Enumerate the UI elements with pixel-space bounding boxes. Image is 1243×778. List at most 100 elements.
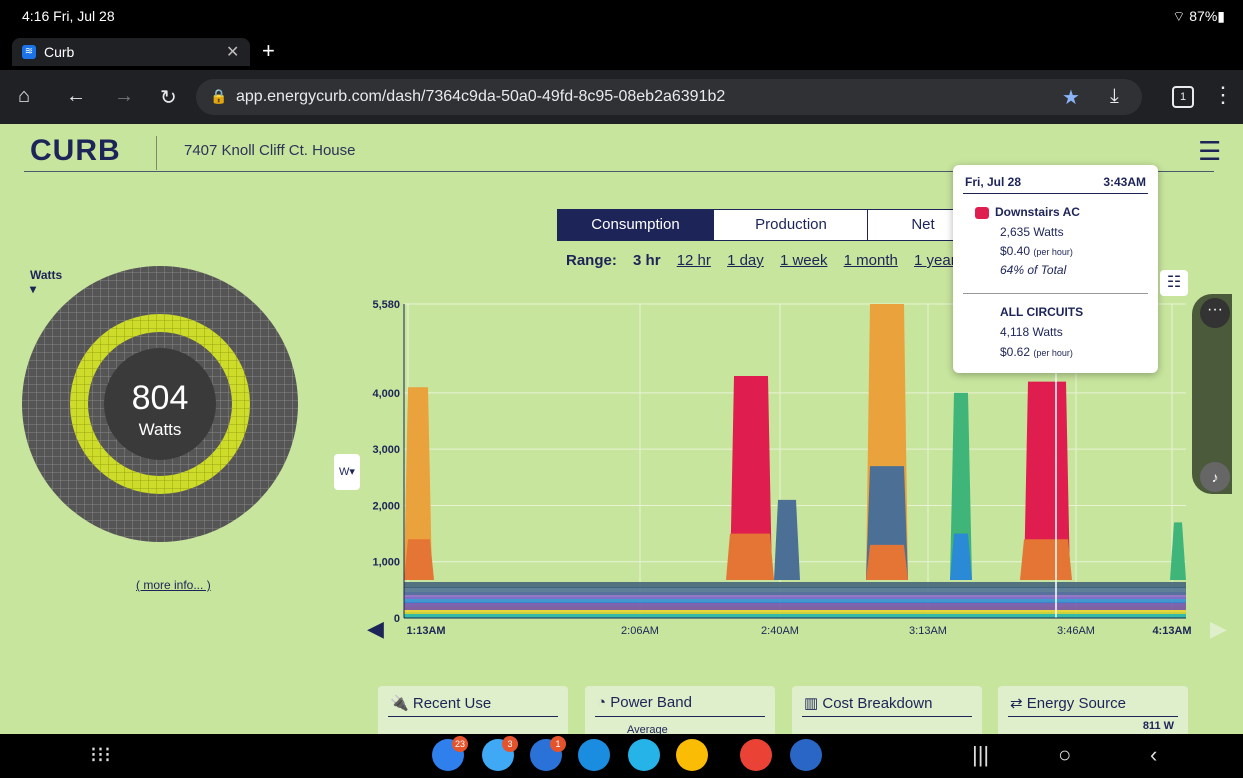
arrows-icon: ⇄ bbox=[1010, 695, 1023, 712]
home-button-icon[interactable]: ○ bbox=[1058, 742, 1071, 768]
gauge-icon: ◔ bbox=[597, 694, 607, 711]
card-power-band[interactable]: ◔ Power Band Average bbox=[585, 686, 775, 734]
back-icon[interactable]: ← bbox=[66, 85, 86, 108]
url-text[interactable]: app.energycurb.com/dash/7364c9da-50a0-49… bbox=[236, 88, 725, 106]
bar-chart-icon: ▥ bbox=[804, 695, 819, 712]
range-selector: Range: 3 hr 12 hr 1 day 1 week 1 month 1… bbox=[566, 252, 968, 269]
plug-icon: 🔌 bbox=[390, 695, 409, 712]
curb-dashboard: CURB 7407 Knoll Cliff Ct. House ☰ Consum… bbox=[0, 124, 1243, 734]
tooltip-circuit-cost: $0.40 (per hour) bbox=[1000, 244, 1073, 258]
app-icon-4[interactable] bbox=[578, 739, 610, 771]
tab-production[interactable]: Production bbox=[713, 210, 868, 240]
y-tick-label: 0 bbox=[394, 613, 400, 625]
photos-icon[interactable] bbox=[740, 739, 772, 771]
myq-app-icon[interactable] bbox=[628, 739, 660, 771]
range-1month[interactable]: 1 month bbox=[844, 252, 898, 269]
hamburger-menu-icon[interactable]: ☰ bbox=[1198, 136, 1221, 167]
donut-unit-selector[interactable]: Watts ▾ bbox=[30, 268, 62, 296]
power-donut[interactable]: 804 Watts bbox=[20, 264, 310, 554]
browser-tab[interactable]: ≋ Curb ✕ bbox=[12, 38, 250, 66]
card-recent-use-title: 🔌 Recent Use bbox=[390, 695, 492, 712]
tooltip-date: Fri, Jul 28 bbox=[965, 175, 1022, 189]
y-tick-label: 4,000 bbox=[372, 388, 400, 400]
tooltip-circuit-name: Downstairs AC bbox=[995, 205, 1080, 219]
y-tick-label: 2,000 bbox=[372, 500, 400, 512]
forward-icon[interactable]: → bbox=[114, 85, 134, 108]
y-tick-label: 3,000 bbox=[372, 444, 400, 456]
curb-favicon-icon: ≋ bbox=[22, 45, 36, 59]
range-1day[interactable]: 1 day bbox=[727, 252, 764, 269]
range-1year[interactable]: 1 year bbox=[914, 252, 956, 269]
card-energy-source-value: 811 W bbox=[1142, 720, 1174, 732]
house-name: 7407 Knoll Cliff Ct. House bbox=[184, 142, 356, 159]
tooltip-all-label: ALL CIRCUITS bbox=[1000, 305, 1084, 319]
card-divider bbox=[1008, 716, 1178, 717]
donut-value: 804 bbox=[132, 379, 189, 417]
chart-prev-arrow[interactable]: ◀ bbox=[367, 616, 384, 642]
edge-panel[interactable]: ··· ♪ bbox=[1192, 294, 1232, 494]
circuit-swatch bbox=[975, 207, 989, 219]
tab-title: Curb bbox=[44, 44, 75, 60]
back-nav-icon[interactable]: ‹ bbox=[1150, 742, 1157, 768]
baseline-band bbox=[404, 602, 1186, 610]
range-3hr[interactable]: 3 hr bbox=[633, 252, 661, 269]
y-tick-label: 5,580 bbox=[372, 299, 400, 311]
tooltip-divider-2 bbox=[963, 293, 1148, 294]
app-badge-2: 3 bbox=[502, 736, 518, 752]
chart-tooltip: Fri, Jul 28 3:43AM Downstairs AC 2,635 W… bbox=[953, 165, 1158, 373]
lock-icon: 🔒 bbox=[210, 88, 228, 104]
chart-next-arrow[interactable]: ▶ bbox=[1210, 616, 1227, 642]
range-label: Range: bbox=[566, 252, 617, 269]
edge-panel-settings-icon[interactable]: ♪ bbox=[1200, 462, 1230, 492]
reload-icon[interactable]: ↻ bbox=[160, 85, 177, 110]
browser-toolbar: ⌂ ← → ↻ 🔒 app.energycurb.com/dash/7364c9… bbox=[0, 70, 1243, 124]
tooltip-all-watts: 4,118 Watts bbox=[1000, 325, 1063, 339]
tooltip-divider bbox=[963, 193, 1148, 194]
orange-base bbox=[866, 544, 908, 580]
card-energy-source-title: ⇄ Energy Source bbox=[1010, 695, 1126, 712]
curb-app-icon[interactable] bbox=[790, 739, 822, 771]
view-tabs: Consumption Production Net bbox=[557, 209, 979, 241]
home-icon[interactable]: ⌂ bbox=[18, 85, 30, 108]
tab-consumption[interactable]: Consumption bbox=[558, 210, 713, 240]
orange-base bbox=[1020, 539, 1072, 580]
x-tick-label: 2:06AM bbox=[621, 625, 659, 637]
orange-base bbox=[726, 533, 774, 580]
donut-unit: Watts bbox=[139, 420, 182, 439]
more-info-link[interactable]: ( more info... ) bbox=[136, 578, 211, 592]
tooltip-time: 3:43AM bbox=[1103, 175, 1146, 189]
close-tab-icon[interactable]: ✕ bbox=[226, 42, 239, 62]
app-badge-1: 23 bbox=[452, 736, 468, 752]
new-tab-icon[interactable]: + bbox=[262, 38, 275, 64]
range-1week[interactable]: 1 week bbox=[780, 252, 828, 269]
tab-count-button[interactable]: 1 bbox=[1172, 86, 1194, 108]
x-tick-label: 2:40AM bbox=[761, 625, 799, 637]
range-12hr[interactable]: 12 hr bbox=[677, 252, 711, 269]
card-power-band-title: ◔ Power Band bbox=[597, 694, 692, 711]
card-divider bbox=[388, 716, 558, 717]
blue-spike bbox=[774, 499, 800, 580]
curb-logo[interactable]: CURB bbox=[30, 134, 121, 168]
card-divider bbox=[802, 716, 972, 717]
bookmark-star-icon[interactable]: ★ bbox=[1062, 85, 1080, 110]
card-cost-breakdown[interactable]: ▥ Cost Breakdown bbox=[792, 686, 982, 734]
legend-list-icon[interactable]: ☷ bbox=[1160, 270, 1188, 296]
unit-dropdown[interactable]: W▾ bbox=[334, 454, 360, 490]
app-drawer-icon[interactable]: ⁝⁝⁝ bbox=[90, 742, 111, 768]
url-bar[interactable]: 🔒 app.energycurb.com/dash/7364c9da-50a0-… bbox=[196, 79, 1142, 115]
recents-icon[interactable]: ||| bbox=[972, 742, 989, 768]
x-tick-label: 3:13AM bbox=[909, 625, 947, 637]
card-energy-source[interactable]: ⇄ Energy Source 811 W bbox=[998, 686, 1188, 734]
tooltip-all-cost: $0.62 (per hour) bbox=[1000, 345, 1073, 359]
card-cost-breakdown-title: ▥ Cost Breakdown bbox=[804, 695, 933, 712]
download-icon[interactable]: ⤓ bbox=[1110, 85, 1119, 108]
edge-panel-more-icon[interactable]: ··· bbox=[1200, 298, 1230, 328]
browser-menu-icon[interactable]: ⋮ bbox=[1212, 82, 1234, 108]
baseline-band bbox=[404, 582, 1186, 588]
card-recent-use[interactable]: 🔌 Recent Use bbox=[378, 686, 568, 734]
app-badge-3: 1 bbox=[550, 736, 566, 752]
x-tick-label: 3:46AM bbox=[1057, 625, 1095, 637]
status-bar: 4:16 Fri, Jul 28 ⌔ 87%▮ bbox=[0, 0, 1243, 34]
chrome-icon[interactable] bbox=[676, 739, 708, 771]
tooltip-circuit-watts: 2,635 Watts bbox=[1000, 225, 1064, 239]
